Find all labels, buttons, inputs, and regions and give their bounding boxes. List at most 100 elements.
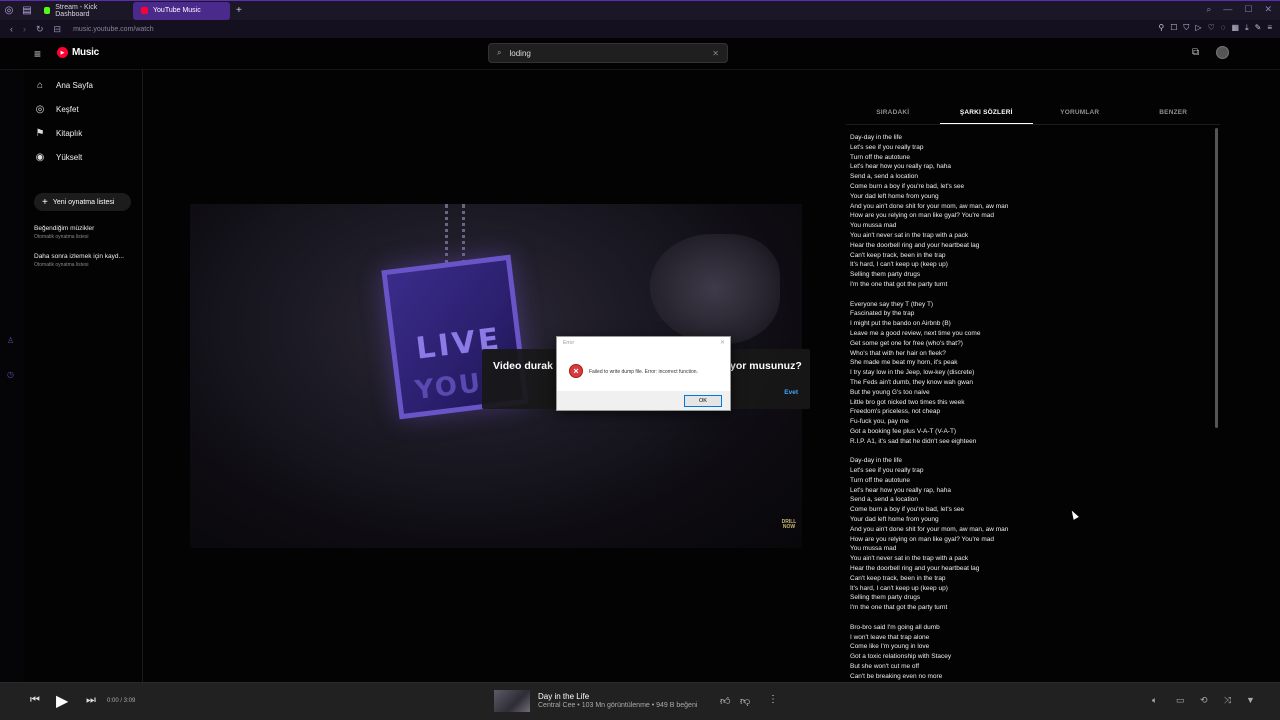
rail-user-icon[interactable]: ♙ bbox=[7, 336, 14, 345]
close-window-icon[interactable]: ✕ bbox=[1264, 4, 1272, 15]
sidebar-item-explore[interactable]: ◎ Keşfet bbox=[34, 104, 79, 115]
thumbs-up-icon[interactable]: 👍︎ bbox=[720, 695, 730, 707]
sidebar-item-label: Ana Sayfa bbox=[56, 81, 93, 90]
thumbs-down-icon[interactable]: 👎︎ bbox=[740, 695, 750, 707]
maximize-icon[interactable]: ☐ bbox=[1244, 4, 1252, 15]
tab-up-next[interactable]: SIRADAKİ bbox=[846, 100, 940, 124]
workspaces-icon[interactable]: ▤ bbox=[18, 2, 36, 20]
lyric-line: Freedom's priceless, not cheap bbox=[850, 408, 941, 416]
next-icon[interactable]: ⏭ bbox=[86, 694, 96, 707]
miniplayer-icon[interactable]: ▭ bbox=[1176, 695, 1185, 706]
lyric-line: I try stay low in the Jeep, low-key (dis… bbox=[850, 369, 975, 377]
cast-icon[interactable]: ⧉ bbox=[1192, 47, 1199, 58]
lyric-line: Can't keep track, been in the trap bbox=[850, 574, 946, 582]
tab-related[interactable]: BENZER bbox=[1127, 100, 1221, 124]
browser-logo-icon[interactable]: ◎ bbox=[0, 2, 18, 20]
lyric-line: I won't leave that trap alone bbox=[850, 633, 930, 641]
lyric-line: Selling them party drugs bbox=[850, 594, 921, 602]
hamburger-menu-icon[interactable]: ≡ bbox=[34, 47, 41, 61]
avatar[interactable] bbox=[1216, 46, 1229, 59]
lyric-line: You mussa mad bbox=[850, 222, 897, 230]
ok-button[interactable]: OK bbox=[684, 395, 722, 407]
lyric-line: Send a, send a location bbox=[850, 496, 918, 504]
confirm-yes-button[interactable]: Evet bbox=[784, 389, 798, 396]
video-hand bbox=[650, 234, 780, 344]
browser-side-rail: ♙ ◷ ⚙ bbox=[0, 38, 24, 720]
download-icon[interactable]: ⤓ bbox=[1245, 23, 1249, 33]
lyric-line: Selling them party drugs bbox=[850, 271, 921, 279]
song-thumbnail[interactable] bbox=[494, 690, 530, 712]
sidebar-item-home[interactable]: ⌂ Ana Sayfa bbox=[34, 80, 93, 91]
sidebar: ⌂ Ana Sayfa ◎ Keşfet ⚑ Kitaplık ◉ Yüksel… bbox=[24, 70, 143, 682]
tab-label: YouTube Music bbox=[153, 7, 201, 14]
playlist-subtitle: Otomatik oynatma listesi bbox=[34, 234, 89, 240]
lyric-line: It's hard, I can't keep up (keep up) bbox=[850, 261, 948, 269]
expand-icon[interactable]: ▼ bbox=[1246, 695, 1255, 705]
previous-icon[interactable]: ⏮ bbox=[30, 694, 40, 707]
play-ext-icon[interactable]: ▷ bbox=[1195, 23, 1201, 33]
playlist-title: Daha sonra izlemek için kayd... bbox=[34, 253, 124, 260]
shield-icon[interactable]: ⛉ bbox=[1183, 23, 1189, 33]
shuffle-icon[interactable]: ⤨ bbox=[1224, 695, 1231, 706]
lyric-line: Your dad left home from young bbox=[850, 192, 939, 200]
sidebar-item-label: Keşfet bbox=[56, 105, 79, 114]
playlist-watch-later[interactable]: Daha sonra izlemek için kayd... Otomatik… bbox=[34, 253, 124, 268]
bookmark-icon[interactable]: ☐ bbox=[1170, 23, 1177, 33]
rail-clock-icon[interactable]: ◷ bbox=[7, 370, 14, 379]
forward-icon[interactable]: › bbox=[23, 24, 26, 34]
search-box[interactable]: ⌕ loding ✕ bbox=[488, 43, 728, 63]
dialog-body: × Failed to write dump file. Error: inco… bbox=[557, 353, 730, 391]
lyric-line: Let's see if you really trap bbox=[850, 143, 924, 151]
error-icon: × bbox=[569, 364, 583, 378]
lyric-line: Let's see if you really trap bbox=[850, 467, 924, 475]
dialog-close-icon[interactable]: ✕ bbox=[720, 339, 725, 346]
tab-lyrics[interactable]: ŞARKI SÖZLERİ bbox=[939, 100, 1033, 124]
lyric-line: Can't keep track, been in the trap bbox=[850, 251, 946, 259]
clear-search-icon[interactable]: ✕ bbox=[712, 49, 719, 58]
pendant-text-2: YOU bbox=[413, 368, 484, 407]
lyric-line: Come burn a boy if you're bad, let's see bbox=[850, 506, 965, 514]
song-title[interactable]: Day in the Life bbox=[538, 692, 589, 701]
lyric-line: Let's hear how you really rap, haha bbox=[850, 486, 951, 494]
lyrics-scrollbar[interactable] bbox=[1215, 128, 1218, 428]
play-icon[interactable]: ▶ bbox=[56, 691, 68, 711]
lyric-line: But the young G's too naive bbox=[850, 388, 930, 396]
ytm-logo-icon: ▶ bbox=[57, 47, 68, 58]
qr-icon[interactable]: ▦ bbox=[1232, 23, 1240, 33]
new-tab-icon[interactable]: + bbox=[230, 5, 248, 16]
sidebar-item-upgrade[interactable]: ◉ Yükselt bbox=[34, 152, 83, 163]
sidebar-item-label: Kitaplık bbox=[56, 129, 83, 138]
lyric-line: You ain't never sat in the trap with a p… bbox=[850, 555, 969, 563]
browser-tab-kick[interactable]: Stream - Kick Dashboard bbox=[36, 2, 133, 20]
more-options-icon[interactable]: ⋮ bbox=[768, 694, 778, 705]
search-input[interactable]: loding bbox=[509, 49, 712, 58]
ai-icon[interactable]: ✎ bbox=[1255, 23, 1262, 33]
ytm-logo[interactable]: ▶ Music bbox=[57, 47, 99, 58]
pin-icon[interactable]: ⚲ bbox=[1158, 23, 1164, 33]
reload-icon[interactable]: ↻ bbox=[36, 24, 44, 35]
lyric-line: Can't be breaking even no more bbox=[850, 672, 943, 680]
volume-icon[interactable]: 🔈︎ bbox=[1152, 695, 1157, 706]
tab-comments[interactable]: YORUMLAR bbox=[1033, 100, 1127, 124]
song-meta: Central Cee • 103 Mn görüntülenme • 949 … bbox=[538, 702, 698, 709]
heart-icon[interactable]: ♡ bbox=[1208, 23, 1215, 33]
minimize-icon[interactable]: — bbox=[1223, 4, 1232, 15]
menu-icon[interactable]: ≡ bbox=[1267, 23, 1272, 33]
sidebar-item-label: Yükselt bbox=[56, 153, 83, 162]
pause-question-left: Video durak bbox=[493, 360, 553, 372]
lyric-line: Get some get one for free (who's that?) bbox=[850, 339, 963, 347]
repeat-icon[interactable]: ⟲ bbox=[1200, 695, 1208, 706]
new-playlist-button[interactable]: + Yeni oynatma listesi bbox=[34, 193, 131, 211]
search-tabs-icon[interactable]: ⌕ bbox=[1206, 4, 1211, 15]
sidebar-item-library[interactable]: ⚑ Kitaplık bbox=[34, 128, 83, 139]
site-info-icon[interactable]: ⊟ bbox=[54, 24, 62, 35]
browser-tab-youtube-music[interactable]: YouTube Music bbox=[133, 1, 230, 20]
back-icon[interactable]: ‹ bbox=[10, 24, 13, 34]
url-field[interactable]: music.youtube.com/watch bbox=[73, 26, 154, 33]
playlist-subtitle: Otomatik oynatma listesi bbox=[34, 262, 89, 268]
playlist-liked-music[interactable]: Beğendiğim müzikler Otomatik oynatma lis… bbox=[34, 225, 94, 240]
dialog-footer: OK bbox=[557, 391, 730, 410]
video-watermark: DRILL NOW bbox=[781, 519, 797, 530]
lyric-line: Hear the doorbell ring and your heartbea… bbox=[850, 241, 980, 249]
chat-icon[interactable]: ◌ bbox=[1221, 23, 1226, 33]
